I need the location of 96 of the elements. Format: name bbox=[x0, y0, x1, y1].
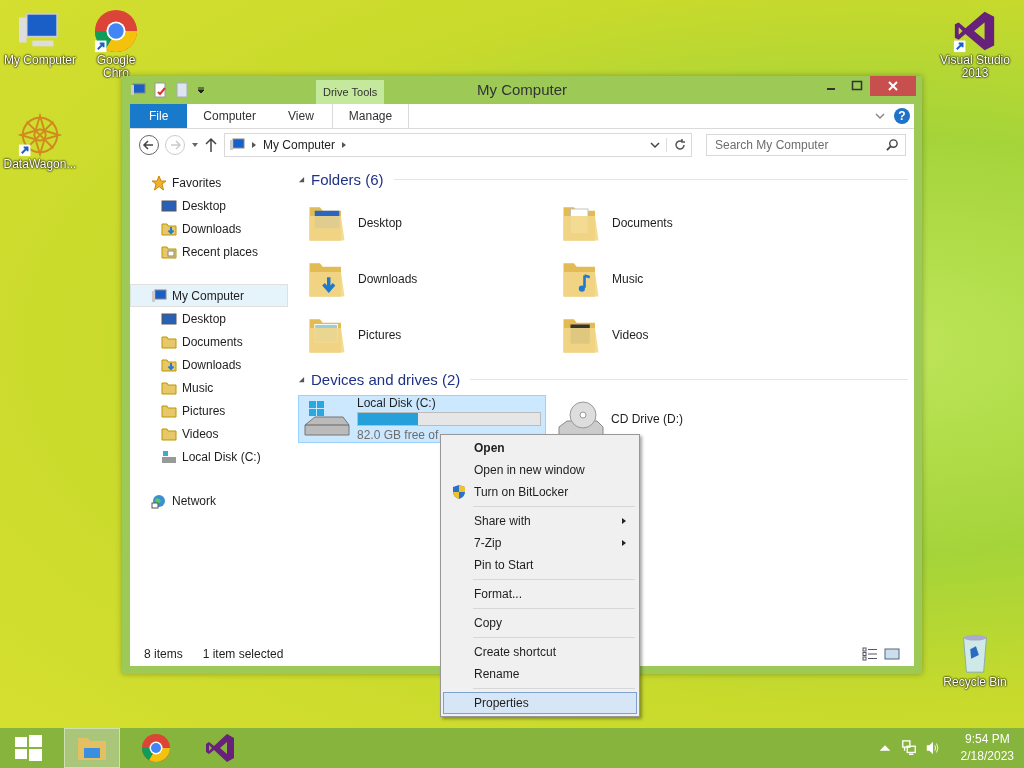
drive-label: Local Disk (C:) bbox=[357, 396, 437, 410]
navigation-item[interactable]: Downloads bbox=[130, 217, 288, 240]
hard-drive-icon bbox=[303, 399, 351, 439]
folder-label[interactable]: Pictures bbox=[358, 328, 402, 342]
desktop-icon bbox=[161, 310, 177, 327]
folder-label[interactable]: Downloads bbox=[358, 272, 418, 286]
item-count: 8 items bbox=[144, 647, 183, 661]
folder-icon bbox=[161, 402, 177, 419]
menu-item[interactable]: Format... bbox=[443, 583, 637, 605]
close-button[interactable] bbox=[870, 76, 916, 96]
desktop-shortcut-label: DataWagon... bbox=[3, 158, 77, 171]
folder-icon bbox=[161, 333, 177, 350]
desktop-shortcut-label: Google bbox=[96, 54, 136, 67]
back-button[interactable] bbox=[138, 134, 160, 156]
navigation-item[interactable]: Favorites bbox=[130, 171, 288, 194]
navigation-item[interactable]: Music bbox=[130, 376, 288, 399]
menu-item[interactable]: Copy bbox=[443, 612, 637, 634]
window-title: My Computer bbox=[477, 81, 567, 98]
free-space-text: 82.0 GB free of bbox=[357, 428, 440, 442]
menu-item[interactable]: Rename bbox=[443, 663, 637, 685]
recent-places-icon bbox=[161, 243, 177, 260]
menu-item[interactable]: Turn on BitLocker bbox=[443, 481, 637, 503]
infinity-logo-icon bbox=[204, 732, 236, 764]
computer-icon bbox=[229, 137, 245, 153]
navigation-item[interactable]: Desktop bbox=[130, 194, 288, 217]
taskbar-button[interactable] bbox=[64, 728, 120, 768]
desktop-shortcut-label: Chro bbox=[103, 67, 129, 80]
chevron-right-icon[interactable] bbox=[250, 141, 258, 149]
folder-label[interactable]: Documents bbox=[612, 216, 673, 230]
menu-item[interactable]: Properties bbox=[443, 692, 637, 714]
menu-item[interactable]: Open in new window bbox=[443, 459, 637, 481]
navigation-item[interactable]: Documents bbox=[130, 330, 288, 353]
submenu-arrow-icon bbox=[620, 539, 628, 547]
speaker-icon[interactable] bbox=[924, 740, 941, 756]
contextual-tab-header: Drive Tools bbox=[316, 80, 385, 104]
navigation-item[interactable]: Network bbox=[130, 489, 288, 512]
browser-icon bbox=[140, 732, 172, 764]
browser-icon bbox=[93, 8, 139, 54]
chevron-down-icon[interactable] bbox=[874, 110, 886, 122]
drive-label: CD Drive (D:) bbox=[611, 412, 684, 426]
download-folder-icon bbox=[161, 220, 177, 237]
ribbon-tab[interactable]: View bbox=[272, 104, 330, 128]
star-icon bbox=[151, 174, 167, 191]
navigation-item[interactable]: Downloads bbox=[130, 353, 288, 376]
clock-date: 2/18/2023 bbox=[960, 748, 1014, 765]
folder-icon bbox=[161, 425, 177, 442]
navigation-item[interactable]: Recent places bbox=[130, 240, 288, 263]
navigation-item[interactable]: Pictures bbox=[130, 399, 288, 422]
group-heading[interactable]: Devices and drives (2) bbox=[311, 370, 461, 388]
collapse-icon[interactable] bbox=[298, 175, 305, 183]
search-icon bbox=[886, 138, 899, 151]
menu-item[interactable]: Share with bbox=[443, 510, 637, 532]
navigation-item[interactable]: Local Disk (C:) bbox=[130, 445, 288, 468]
drive-icon bbox=[161, 448, 177, 465]
collapse-icon[interactable] bbox=[298, 375, 305, 383]
details-view-icon[interactable] bbox=[862, 647, 878, 661]
shield-icon bbox=[451, 484, 467, 500]
ribbon-tab[interactable]: Computer bbox=[187, 104, 273, 128]
selection-count: 1 item selected bbox=[202, 647, 284, 661]
menu-item[interactable]: Pin to Start bbox=[443, 554, 637, 576]
folder-label[interactable]: Desktop bbox=[358, 216, 403, 230]
menu-item[interactable]: Create shortcut bbox=[443, 641, 637, 663]
computer-icon[interactable] bbox=[130, 82, 146, 98]
computer-icon bbox=[151, 287, 167, 304]
globe-icon bbox=[151, 492, 167, 509]
ribbon-tab[interactable]: File bbox=[130, 104, 188, 128]
search-field[interactable]: Search My Computer bbox=[706, 134, 906, 156]
download-folder-icon bbox=[161, 356, 177, 373]
drive-item[interactable]: Local Disk (C:) 82.0 GB free of bbox=[298, 395, 546, 443]
menu-item[interactable]: 7-Zip bbox=[443, 532, 637, 554]
refresh-icon[interactable] bbox=[666, 138, 687, 152]
folder-icon bbox=[161, 379, 177, 396]
navigation-item[interactable]: Videos bbox=[130, 422, 288, 445]
properties-icon[interactable] bbox=[152, 82, 168, 98]
folder-label[interactable]: Videos bbox=[612, 328, 649, 342]
ribbon-tab[interactable]: Manage bbox=[331, 104, 410, 128]
navigation-item[interactable]: Desktop bbox=[130, 307, 288, 330]
folder-label[interactable]: Music bbox=[612, 272, 644, 286]
group-heading[interactable]: Folders (6) bbox=[311, 170, 384, 188]
desktop-shortcut-label: 2013 bbox=[961, 67, 989, 80]
address-bar[interactable]: My Computer bbox=[224, 133, 692, 157]
windows-logo-icon bbox=[12, 732, 44, 764]
navigation-item[interactable]: My Computer bbox=[130, 284, 288, 307]
dropdown-icon[interactable] bbox=[649, 139, 661, 151]
desktop-shortcut-label: Recycle Bin bbox=[943, 676, 1007, 689]
dropdown-icon[interactable] bbox=[196, 85, 206, 95]
desktop-icon bbox=[161, 197, 177, 214]
clock-time: 9:54 PM bbox=[964, 731, 1010, 748]
submenu-arrow-icon bbox=[620, 517, 628, 525]
star-pattern-icon bbox=[17, 112, 63, 158]
help-button[interactable]: ? bbox=[894, 108, 910, 124]
large-icons-view-icon[interactable] bbox=[884, 647, 900, 661]
desktop-shortcut-label: My Computer bbox=[4, 54, 76, 67]
network-icon[interactable] bbox=[900, 740, 917, 756]
breadcrumb[interactable]: My Computer bbox=[263, 138, 336, 152]
desktop-shortcut-label: Visual Studio bbox=[940, 54, 1010, 67]
